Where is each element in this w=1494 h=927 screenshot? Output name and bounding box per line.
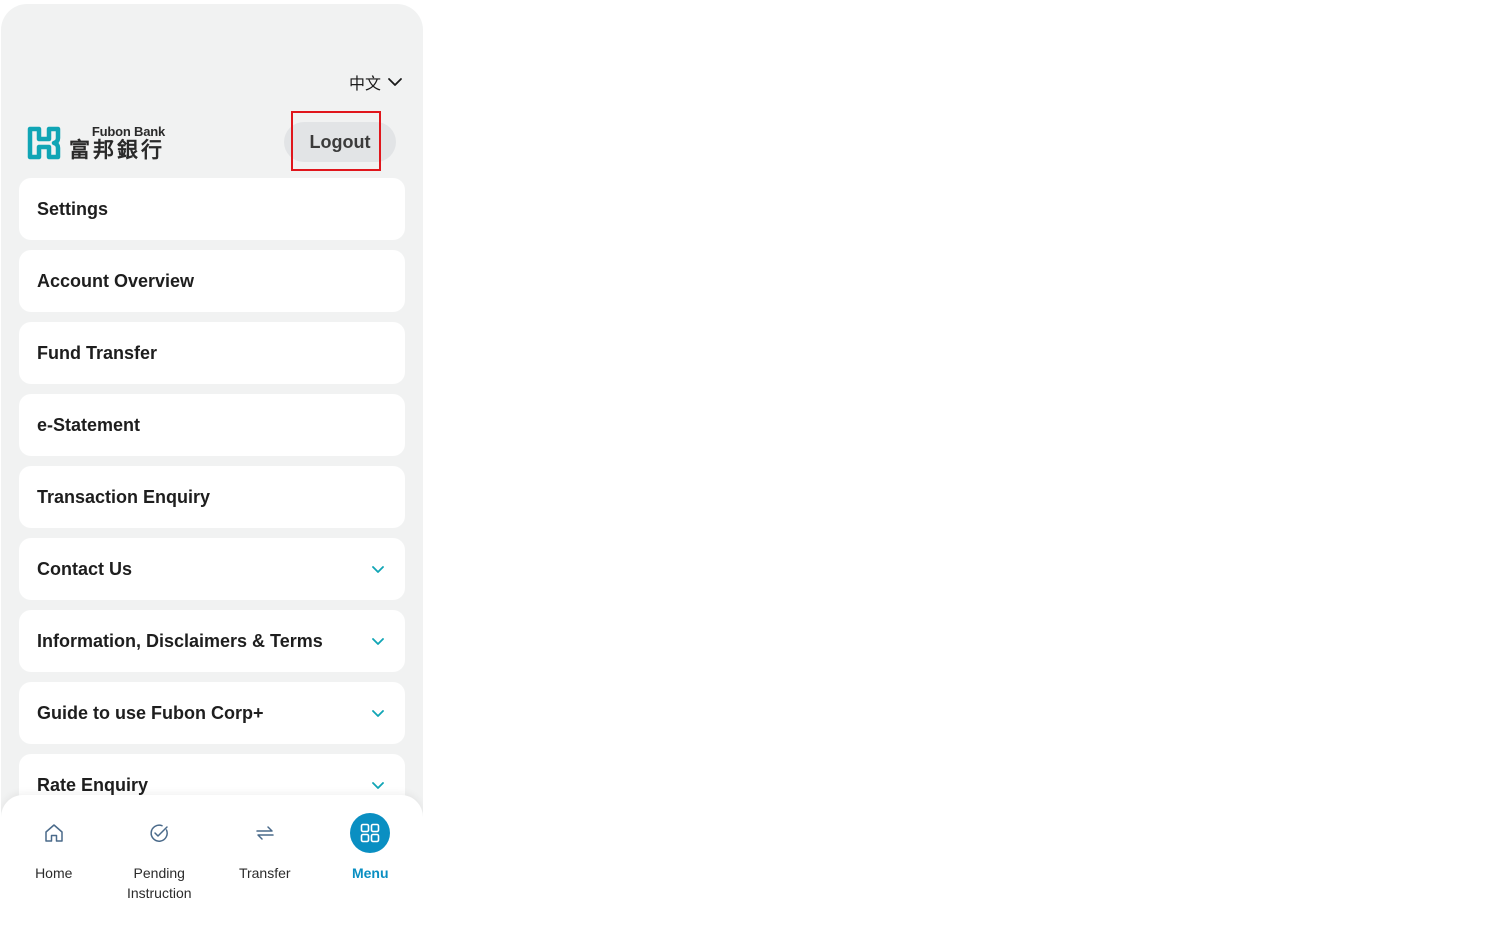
- brand-name-zh: 富邦銀行: [69, 139, 165, 162]
- menu-item-e-statement[interactable]: e-Statement: [19, 394, 405, 456]
- logout-button[interactable]: Logout: [284, 122, 396, 162]
- menu-item-information-disclaimers-terms[interactable]: Information, Disclaimers & Terms: [19, 610, 405, 672]
- fubon-logo-icon: [27, 126, 61, 160]
- language-label: 中文: [349, 76, 382, 93]
- fubon-bank-logo: Fubon Bank 富邦銀行: [27, 122, 165, 164]
- home-icon: [45, 824, 63, 842]
- menu-item-fund-transfer[interactable]: Fund Transfer: [19, 322, 405, 384]
- pending-instruction-icon: [150, 824, 169, 842]
- nav-item-home[interactable]: Home: [1, 795, 107, 927]
- menu-item-label: Settings: [37, 198, 109, 219]
- nav-item-label: Menu: [351, 865, 389, 881]
- menu-item-account-overview[interactable]: Account Overview: [19, 250, 405, 312]
- bottom-navigation: Home Pending Instruction Transfer Menu: [1, 795, 423, 927]
- nav-item-transfer[interactable]: Transfer: [212, 795, 318, 927]
- menu-item-label: Fund Transfer: [37, 342, 158, 363]
- chevron-down-icon: [372, 782, 384, 789]
- menu-grid-icon: [360, 823, 380, 843]
- app-screen: 中文 Fubon Bank 富邦銀行 Logout Settings Accou…: [1, 4, 423, 927]
- menu-item-guide-fubon-corp[interactable]: Guide to use Fubon Corp+: [19, 682, 405, 744]
- menu-item-label: Transaction Enquiry: [37, 486, 211, 507]
- chevron-down-icon: [372, 566, 384, 573]
- nav-item-label: Transfer: [238, 865, 291, 881]
- nav-item-label: Pending Instruction: [126, 865, 192, 901]
- menu-item-label: Rate Enquiry: [37, 774, 149, 795]
- menu-item-label: Account Overview: [37, 270, 195, 291]
- nav-item-pending-instruction[interactable]: Pending Instruction: [107, 795, 213, 927]
- menu-item-label: Guide to use Fubon Corp+: [37, 702, 264, 723]
- chevron-down-icon: [388, 78, 402, 86]
- nav-item-menu[interactable]: Menu: [318, 795, 424, 927]
- menu-list: Settings Account Overview Fund Transfer …: [19, 178, 405, 826]
- menu-item-settings[interactable]: Settings: [19, 178, 405, 240]
- brand-name-en: Fubon Bank: [91, 124, 165, 139]
- menu-item-contact-us[interactable]: Contact Us: [19, 538, 405, 600]
- transfer-icon: [256, 826, 274, 840]
- menu-item-label: Contact Us: [37, 558, 133, 579]
- chevron-down-icon: [372, 638, 384, 645]
- menu-item-transaction-enquiry[interactable]: Transaction Enquiry: [19, 466, 405, 528]
- menu-item-label: e-Statement: [37, 414, 141, 435]
- menu-item-label: Information, Disclaimers & Terms: [37, 630, 323, 651]
- nav-item-label: Home: [35, 865, 73, 881]
- language-selector[interactable]: 中文: [349, 71, 403, 93]
- chevron-down-icon: [372, 710, 384, 717]
